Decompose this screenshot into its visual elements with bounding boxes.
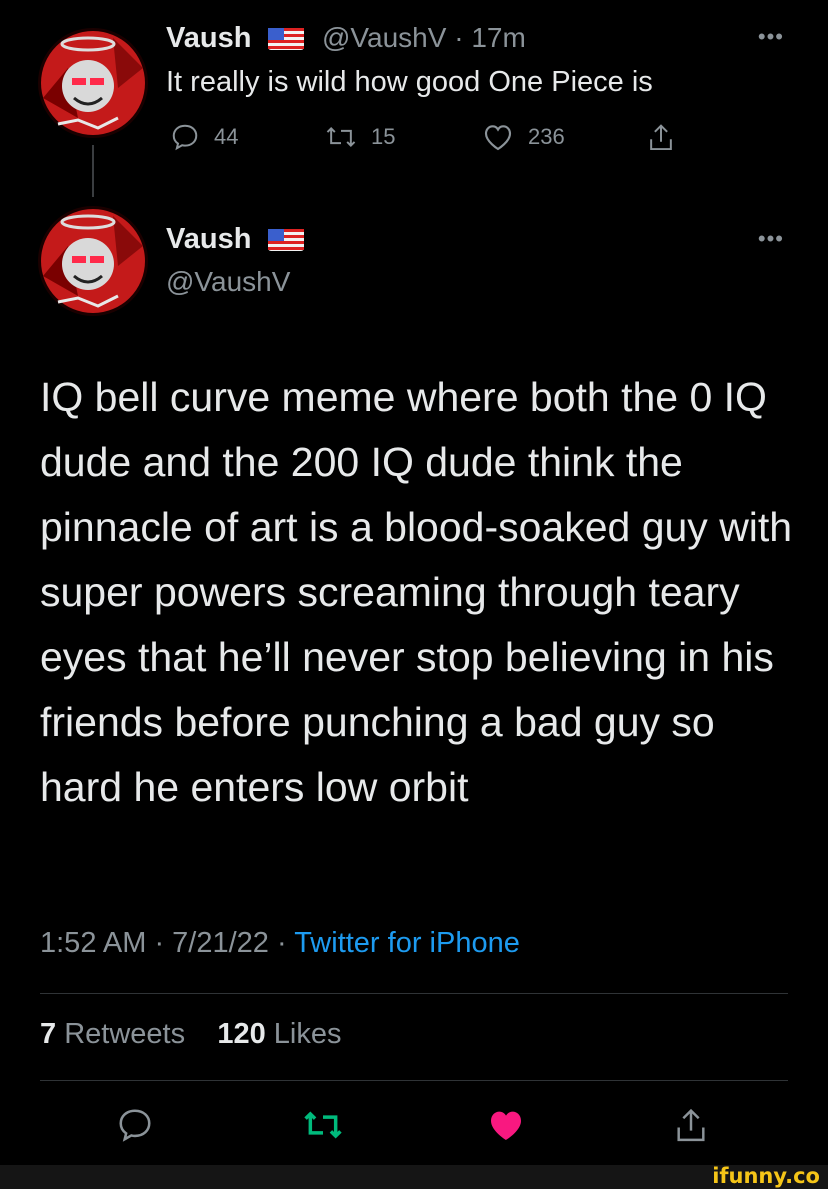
retweet-button[interactable]: [302, 1106, 344, 1149]
source-link[interactable]: Twitter for iPhone: [294, 927, 520, 959]
reply-icon: [172, 124, 198, 151]
retweets-stat[interactable]: 7 Retweets: [40, 1018, 185, 1050]
divider: [40, 1080, 788, 1081]
us-flag-icon: [267, 229, 304, 252]
tweet-stats: 7 Retweets 120 Likes: [40, 1018, 341, 1051]
share-icon: [677, 1108, 705, 1142]
likes-stat[interactable]: 120 Likes: [217, 1018, 341, 1050]
reply-icon: [119, 1109, 151, 1142]
retweet-button[interactable]: 15: [325, 122, 395, 152]
tweet-text: IQ bell curve meme where both the 0 IQ d…: [40, 374, 793, 810]
tweet-meta: 1:52 AM · 7/21/22 · Twitter for iPhone: [40, 927, 520, 960]
heart-icon: [491, 1111, 521, 1140]
share-icon: [650, 124, 672, 151]
like-button[interactable]: 236: [482, 122, 565, 152]
share-button[interactable]: [646, 122, 690, 154]
tweet-time: 17m: [471, 22, 526, 53]
like-button[interactable]: [486, 1106, 526, 1149]
reply-count: 44: [214, 124, 239, 149]
author-handle[interactable]: @VaushV: [166, 266, 290, 298]
share-button[interactable]: [672, 1106, 710, 1151]
like-count: 236: [528, 124, 565, 149]
heart-icon: [484, 125, 512, 151]
divider: [40, 993, 788, 994]
avatar[interactable]: [38, 28, 148, 138]
timestamp: 1:52 AM · 7/21/22 ·: [40, 927, 295, 959]
author-name[interactable]: Vaush: [166, 22, 304, 55]
more-icon[interactable]: •••: [758, 24, 784, 50]
avatar[interactable]: [38, 206, 148, 316]
tweet-text: It really is wild how good One Piece is: [166, 66, 653, 98]
author-handle[interactable]: @VaushV · 17m: [322, 22, 526, 54]
reply-button[interactable]: 44: [170, 122, 238, 152]
us-flag-icon: [267, 28, 304, 51]
retweet-icon: [326, 126, 356, 148]
thread-line: [92, 145, 94, 197]
retweet-count: 15: [371, 124, 396, 149]
footer-bar: [0, 1165, 828, 1189]
author-name[interactable]: Vaush: [166, 223, 304, 256]
retweet-icon: [304, 1111, 342, 1139]
reply-button[interactable]: [116, 1106, 154, 1149]
watermark: ifunny.co: [712, 1164, 820, 1188]
more-icon[interactable]: •••: [758, 226, 784, 252]
